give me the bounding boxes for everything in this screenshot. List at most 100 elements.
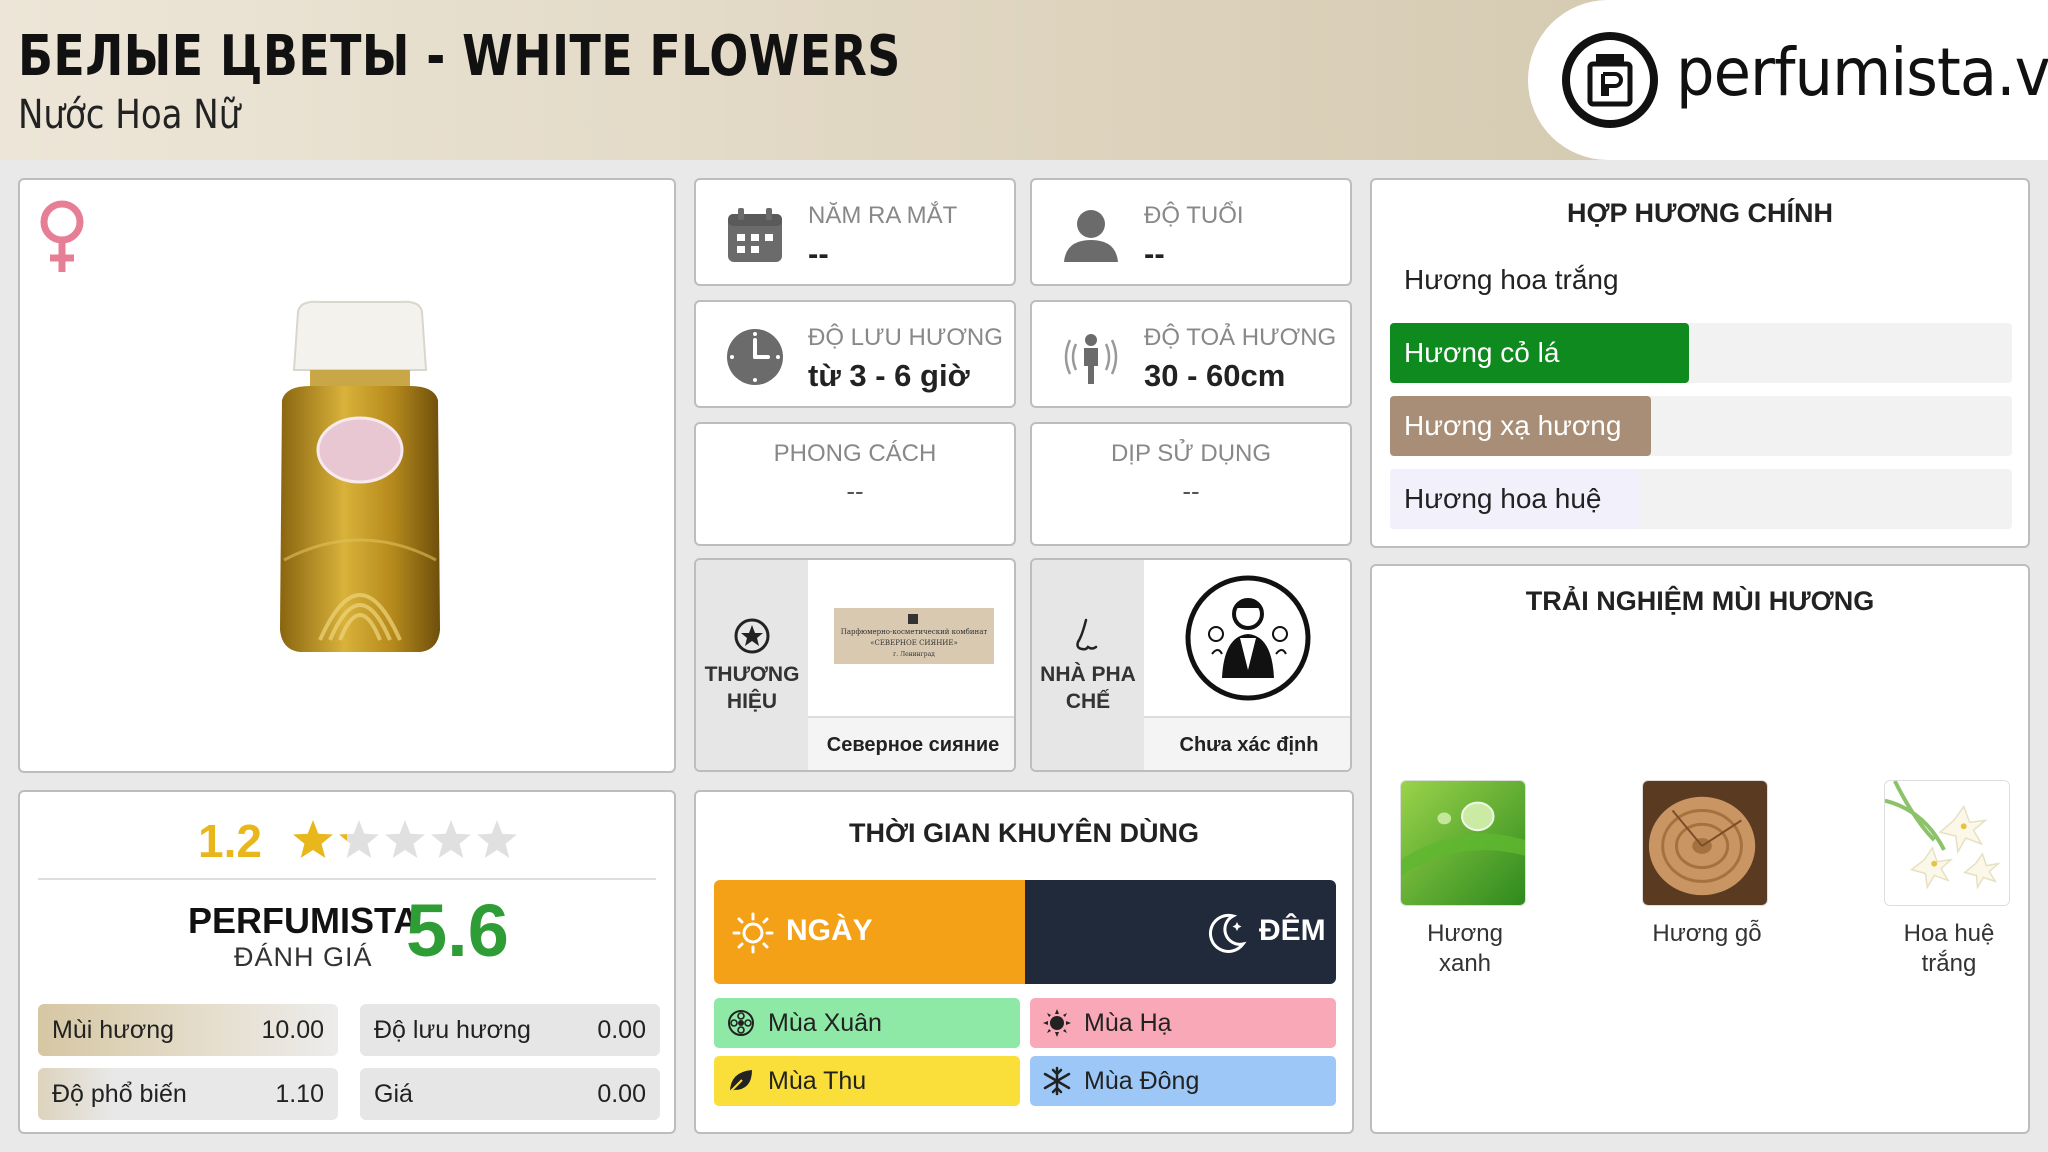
star-icon[interactable] (293, 820, 333, 858)
style-card: PHONG CÁCH -- (694, 422, 1016, 546)
experience-item-green[interactable]: Hương xanh (1400, 780, 1530, 979)
longevity-value: từ 3 - 6 giờ (808, 358, 970, 393)
sillage-value: 30 - 60cm (1144, 358, 1286, 393)
score-value: 0.00 (597, 1080, 646, 1108)
accord-row: Hương hoa huệ (1390, 469, 2012, 529)
sillage-label: ĐỘ TOẢ HƯƠNG (1144, 324, 1337, 351)
style-label: PHONG CÁCH (773, 440, 937, 467)
user-rating-value: 1.2 (198, 815, 262, 867)
logo[interactable]: perfumista.vn (1528, 0, 2048, 160)
score-value: 0.00 (597, 1016, 646, 1044)
moon-icon (1208, 913, 1247, 953)
launch-year-value: -- (808, 236, 829, 271)
day-night-bar: NGÀY ĐÊM (714, 880, 1336, 984)
experience-label-wood: Hương gỗ (1652, 920, 1762, 947)
user-icon (1064, 210, 1118, 262)
green-leaf-dew-icon (1400, 780, 1526, 906)
perfumista-sublabel: ĐÁNH GIÁ (234, 942, 373, 972)
sun-solid-icon (1043, 1009, 1071, 1037)
occasion-card: DỊP SỬ DỤNG -- (1030, 422, 1352, 546)
score-value: 1.10 (275, 1080, 324, 1108)
scent-experience-title: TRẢI NGHIỆM MÙI HƯƠNG (1525, 586, 1875, 616)
star-icon[interactable] (431, 820, 471, 858)
brand-logo-image: Парфюмерно-косметический комбинат «СЕВЕР… (834, 608, 994, 664)
score-price: Giá 0.00 (360, 1068, 660, 1120)
night-label: ĐÊM (1259, 914, 1326, 947)
style-value: -- (846, 476, 864, 506)
season-autumn-label: Mùa Thu (768, 1067, 867, 1095)
longevity-card: ĐỘ LƯU HƯƠNG từ 3 - 6 giờ (694, 300, 1016, 408)
sillage-card: ĐỘ TOẢ HƯƠNG 30 - 60cm (1030, 300, 1352, 408)
calendar-icon (728, 208, 782, 262)
accord-label: Hương hoa trắng (1404, 264, 1619, 295)
main-accords-card: HỢP HƯƠNG CHÍNH Hương hoa trắng Hương cỏ … (1370, 178, 2030, 548)
season-spring: Mùa Xuân (714, 998, 1020, 1048)
score-value: 10.00 (261, 1016, 324, 1044)
accord-label: Hương hoa huệ (1404, 483, 1602, 514)
star-icon[interactable] (385, 820, 425, 858)
occasion-label: DỊP SỬ DỤNG (1110, 440, 1272, 467)
brand-logo-line-1: Парфюмерно-косметический комбинат (841, 628, 988, 636)
experience-item-lily[interactable]: Hoa huệ trắng (1884, 780, 2014, 979)
perfumer-name[interactable]: Chưa xác định (1144, 734, 1350, 757)
score-name: Độ phổ biến (52, 1080, 187, 1108)
female-gender-icon (40, 200, 84, 272)
occasion-value: -- (1182, 476, 1200, 506)
season-winter-label: Mùa Đông (1084, 1067, 1200, 1095)
header-bar: БЕЛЫЕ ЦВЕТЫ - WHITE FLOWERS Nước Hoa Nữ … (0, 0, 2048, 160)
day-label: NGÀY (786, 914, 873, 947)
launch-year-label: NĂM RA MẮT (808, 202, 958, 229)
star-icon[interactable] (339, 820, 379, 858)
white-lily-flowers-icon (1884, 780, 2010, 906)
rating-card: 1.2 PERFUMISTA ĐÁNH GIÁ 5.6 Mùi hương 10… (18, 790, 676, 1134)
brand-logo-line-3: г. Ленинград (893, 651, 935, 658)
day-segment: NGÀY (714, 880, 1025, 984)
flower-icon (728, 1010, 754, 1036)
score-scent: Mùi hương 10.00 (38, 1004, 338, 1056)
score-name: Độ lưu hương (374, 1016, 531, 1044)
age-label: ĐỘ TUỔI (1144, 202, 1244, 229)
season-winter: Mùa Đông (1030, 1056, 1336, 1106)
recommended-time-card: THỜI GIAN KHUYÊN DÙNG NGÀY ĐÊM Mùa Xuân … (694, 790, 1354, 1134)
perfumer-avatar-icon (1185, 575, 1311, 701)
perfume-bottle-image (280, 300, 440, 652)
wood-log-icon (1642, 780, 1768, 906)
season-summer-label: Mùa Hạ (1084, 1009, 1172, 1037)
product-image-card (18, 178, 676, 773)
sun-icon (732, 912, 774, 954)
main-accords-title: HỢP HƯƠNG CHÍNH (1567, 198, 1833, 228)
accord-label: Hương cỏ lá (1404, 337, 1560, 368)
season-autumn: Mùa Thu (714, 1056, 1020, 1106)
star-icon[interactable] (477, 820, 517, 858)
clock-icon (727, 329, 783, 385)
longevity-label: ĐỘ LƯU HƯƠNG (808, 324, 1003, 351)
recommended-time-title: THỜI GIAN KHUYÊN DÙNG (848, 818, 1200, 848)
score-longevity: Độ lưu hương 0.00 (360, 1004, 660, 1056)
brand-label: THƯƠNG HIỆU (704, 663, 800, 713)
perfumer-card[interactable]: NHÀ PHA CHẾ Chưa xác định (1030, 558, 1352, 772)
person-radiating-icon (1064, 334, 1118, 384)
age-card: ĐỘ TUỔI -- (1030, 178, 1352, 286)
accord-row: Hương xạ hương (1390, 396, 2012, 456)
nose-icon (1076, 618, 1098, 651)
score-name: Mùi hương (52, 1016, 175, 1044)
experience-label-lily: Hoa huệ trắng (1903, 920, 1995, 977)
perfume-bottle-logo-icon (1562, 32, 1658, 128)
perfumer-label: NHÀ PHA CHẾ (1040, 663, 1136, 713)
brand-logo-line-2: «СЕВЕРНОЕ СИЯНИЕ» (870, 639, 958, 647)
experience-label-green: Hương xanh (1427, 920, 1503, 977)
star-badge-icon (734, 618, 770, 654)
page-title: БЕЛЫЕ ЦВЕТЫ - WHITE FLOWERS (18, 24, 901, 89)
launch-year-card: NĂM RA MẮT -- (694, 178, 1016, 286)
score-name: Giá (374, 1080, 413, 1108)
accord-row: Hương hoa trắng (1390, 250, 2012, 310)
season-spring-label: Mùa Xuân (768, 1009, 882, 1037)
brand-side-panel: THƯƠNG HIỆU (696, 560, 808, 770)
brand-name[interactable]: Северное сияние (808, 734, 1014, 757)
star-rating[interactable] (290, 818, 520, 864)
brand-card[interactable]: THƯƠNG HIỆU Парфюмерно-косметический ком… (694, 558, 1016, 772)
score-popularity: Độ phổ biến 1.10 (38, 1068, 338, 1120)
rating-divider (38, 878, 656, 880)
perfumer-side-panel: NHÀ PHA CHẾ (1032, 560, 1144, 770)
experience-item-wood[interactable]: Hương gỗ (1642, 780, 1772, 949)
